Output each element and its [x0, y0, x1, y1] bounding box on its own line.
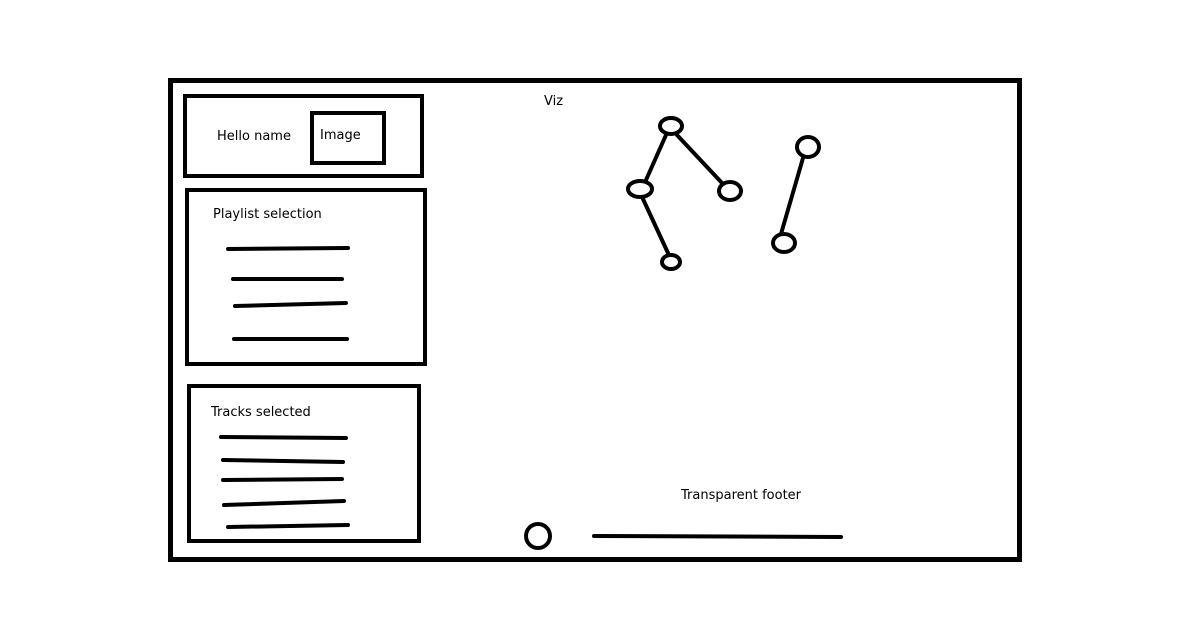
playlist-item-line[interactable]: [226, 246, 350, 251]
viz-edge: [644, 133, 668, 182]
viz-edge: [675, 133, 724, 185]
play-button[interactable]: [524, 522, 552, 550]
viz-node: [626, 179, 654, 199]
track-item-line[interactable]: [221, 477, 344, 482]
track-item-line[interactable]: [226, 523, 350, 529]
track-item-line[interactable]: [219, 435, 348, 440]
viz-node: [771, 232, 797, 254]
playlist-item-line[interactable]: [233, 301, 348, 308]
viz-edge: [779, 156, 805, 236]
viz-node: [660, 253, 682, 271]
sketch-layer: [219, 116, 843, 550]
track-item-line[interactable]: [221, 458, 345, 464]
progress-bar[interactable]: [592, 534, 843, 539]
viz-node: [717, 180, 743, 202]
viz-node: [658, 116, 684, 136]
track-item-line[interactable]: [222, 499, 346, 507]
viz-node: [795, 135, 821, 159]
viz-edge: [641, 197, 670, 255]
